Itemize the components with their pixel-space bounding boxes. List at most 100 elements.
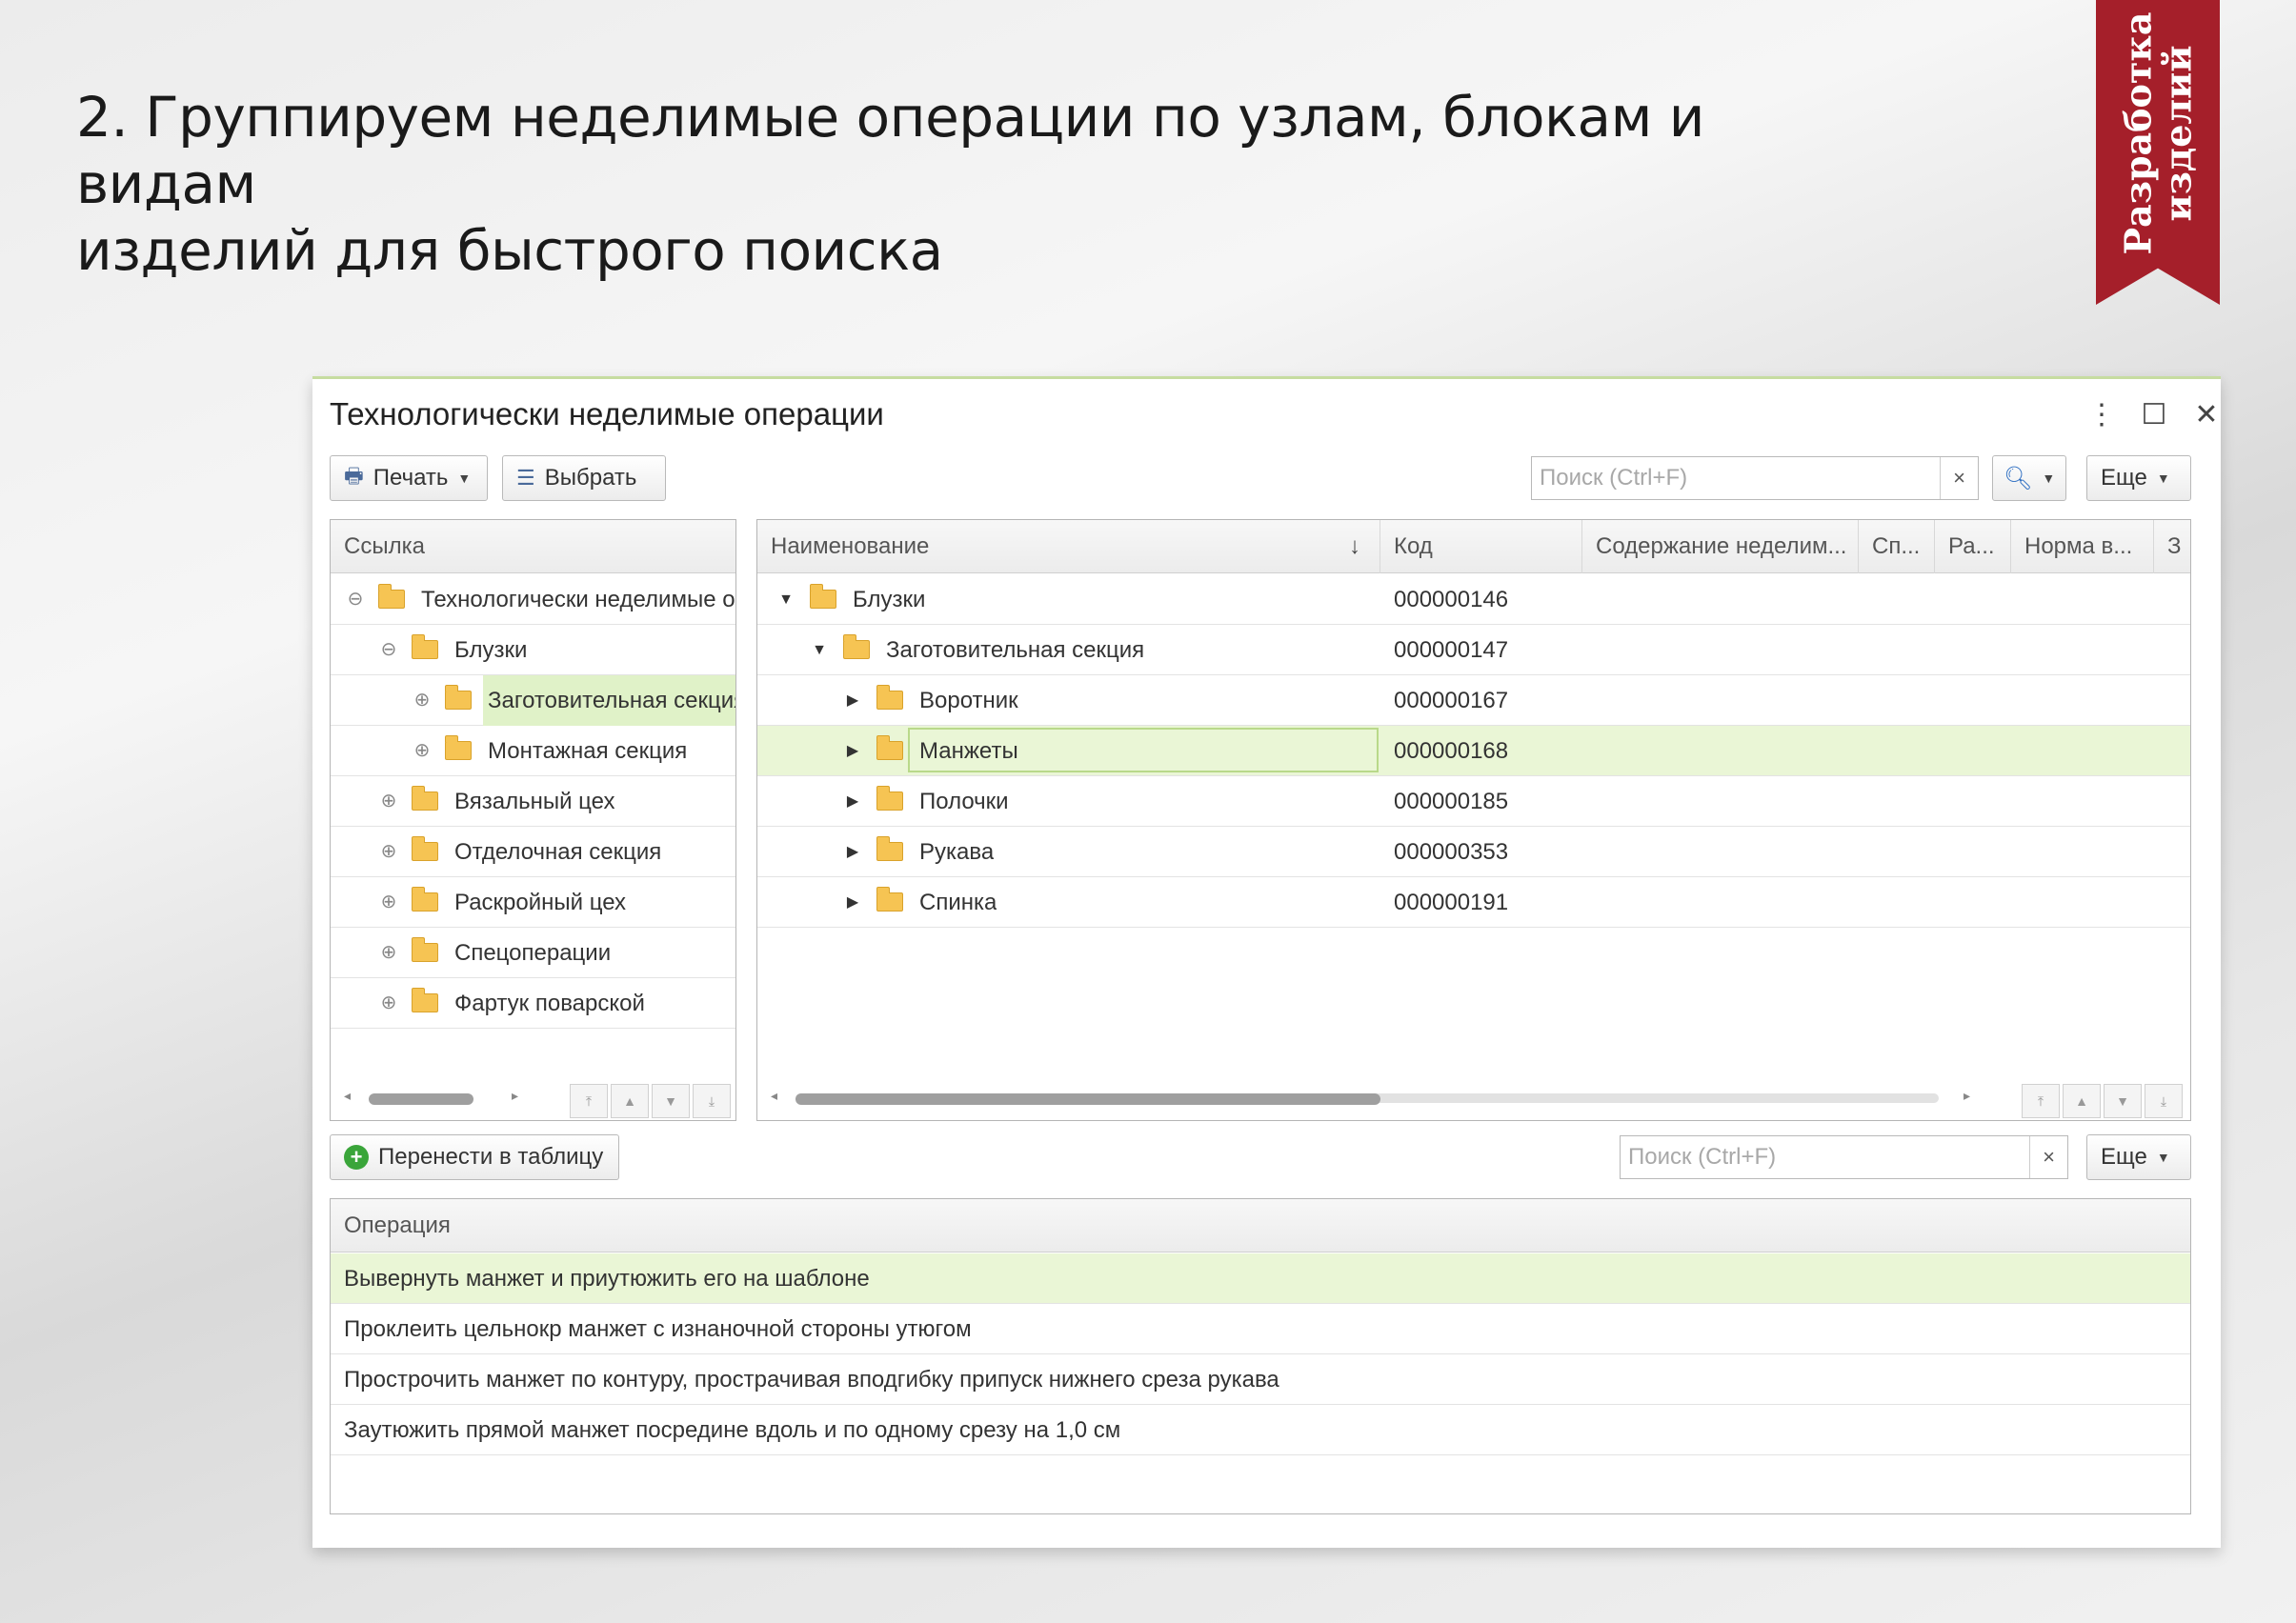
select-button[interactable]: ☰ Выбрать — [502, 455, 666, 501]
expand-icon[interactable]: ⊕ — [379, 877, 398, 928]
row-up-icon[interactable]: ▲ — [611, 1084, 649, 1118]
tree-header: Ссылка — [331, 520, 735, 573]
expand-icon[interactable]: ⊕ — [379, 776, 398, 827]
first-row-icon[interactable]: ⤒ — [570, 1084, 608, 1118]
grid-row[interactable]: ▼ Блузки 000000146 — [757, 574, 2190, 625]
search-field[interactable]: × — [1531, 456, 1979, 500]
grid-scrollbar[interactable]: ◂ ▸ — [757, 1082, 1996, 1111]
tree-item-label: Блузки — [454, 637, 528, 663]
column-name[interactable]: Наименование ↓ — [757, 520, 1380, 573]
grid-row[interactable]: ▶ Рукава 000000353 — [757, 827, 2190, 877]
bottom-search-input[interactable] — [1621, 1136, 2029, 1178]
column-code[interactable]: Код — [1380, 520, 1582, 573]
last-row-icon[interactable]: ⤓ — [693, 1084, 731, 1118]
scroll-thumb[interactable] — [796, 1093, 1380, 1105]
row-name: Заготовительная секция — [886, 637, 1145, 663]
tree-item[interactable]: ⊕ Вязальный цех — [331, 776, 735, 827]
operation-row[interactable]: Проклеить цельнокр манжет с изнаночной с… — [331, 1304, 2190, 1354]
expand-icon[interactable]: ▶ — [843, 877, 862, 928]
column-norm[interactable]: Норма в... — [2011, 520, 2154, 573]
close-icon[interactable]: ✕ — [2187, 398, 2226, 431]
tree-item-label: Заготовительная секция — [488, 688, 736, 713]
transfer-label: Перенести в таблицу — [378, 1144, 604, 1170]
expand-icon[interactable]: ⊕ — [379, 978, 398, 1029]
grid-row-selected[interactable]: ▶ Манжеты 000000168 — [757, 726, 2190, 776]
more-button[interactable]: Еще ▼ — [2086, 455, 2191, 501]
row-up-icon[interactable]: ▲ — [2063, 1084, 2101, 1118]
transfer-to-table-button[interactable]: + Перенести в таблицу — [330, 1134, 619, 1180]
first-row-icon[interactable]: ⤒ — [2022, 1084, 2060, 1118]
expand-icon[interactable]: ⊕ — [379, 928, 398, 978]
bottom-search-field[interactable]: × — [1620, 1135, 2068, 1179]
operation-row-selected[interactable]: Вывернуть манжет и приутюжить его на шаб… — [331, 1253, 2190, 1304]
column-content[interactable]: Содержание неделим... — [1582, 520, 1859, 573]
tree-panel: Ссылка ⊖ Технологически неделимые операц… — [330, 519, 736, 1121]
grid-row[interactable]: ▼ Заготовительная секция 000000147 — [757, 625, 2190, 675]
tree-item-label: Спецоперации — [454, 940, 612, 966]
column-operation[interactable]: Операция — [331, 1199, 2190, 1252]
column-5[interactable]: Ра... — [1935, 520, 2011, 573]
grid-header: Наименование ↓ Код Содержание неделим...… — [757, 520, 2190, 573]
row-name: Воротник — [919, 688, 1018, 713]
scroll-right-icon[interactable]: ▸ — [512, 1088, 518, 1104]
folder-icon — [876, 735, 903, 760]
operation-text: Проклеить цельнокр манжет с изнаночной с… — [344, 1316, 972, 1342]
operation-row[interactable]: Заутюжить прямой манжет посредине вдоль … — [331, 1405, 2190, 1455]
tree-item[interactable]: ⊖ Блузки — [331, 625, 735, 675]
expand-icon[interactable]: ▶ — [843, 776, 862, 827]
column-4[interactable]: Сп... — [1859, 520, 1935, 573]
search-options-button[interactable]: 🔍︎ ▼ — [1992, 455, 2066, 501]
collapse-icon[interactable]: ▼ — [810, 625, 829, 675]
scroll-thumb[interactable] — [369, 1093, 473, 1105]
grid-row[interactable]: ▶ Полочки 000000185 — [757, 776, 2190, 827]
last-row-icon[interactable]: ⤓ — [2145, 1084, 2183, 1118]
operations-table: Операция Вывернуть манжет и приутюжить е… — [330, 1198, 2191, 1514]
scroll-left-icon[interactable]: ◂ — [771, 1088, 777, 1104]
expand-icon[interactable]: ⊕ — [379, 827, 398, 877]
folder-icon — [412, 634, 438, 659]
expand-icon[interactable]: ▶ — [843, 726, 862, 776]
folder-icon — [445, 685, 472, 710]
operation-text: Заутюжить прямой манжет посредине вдоль … — [344, 1417, 1121, 1443]
bottom-more-button[interactable]: Еще ▼ — [2086, 1134, 2191, 1180]
row-name: Полочки — [919, 789, 1009, 814]
row-code: 000000168 — [1394, 738, 1509, 764]
clear-search-icon[interactable]: × — [2029, 1136, 2067, 1178]
folder-icon — [843, 634, 870, 659]
tree-item[interactable]: ⊕ Монтажная секция — [331, 726, 735, 776]
tree-item[interactable]: ⊕ Спецоперации — [331, 928, 735, 978]
slide-title: 2. Группируем неделимые операции по узла… — [76, 84, 1886, 284]
tree-item[interactable]: ⊕ Отделочная секция — [331, 827, 735, 877]
expand-icon[interactable]: ⊕ — [413, 726, 432, 776]
collapse-icon[interactable]: ⊖ — [346, 574, 365, 625]
collapse-icon[interactable]: ▼ — [776, 574, 796, 625]
clear-search-icon[interactable]: × — [1940, 457, 1978, 499]
scroll-right-icon[interactable]: ▸ — [1964, 1088, 1970, 1104]
folder-icon — [412, 887, 438, 912]
folder-icon — [412, 937, 438, 962]
search-input[interactable] — [1532, 457, 1940, 499]
tree-header-label[interactable]: Ссылка — [331, 520, 735, 573]
grid-row[interactable]: ▶ Воротник 000000167 — [757, 675, 2190, 726]
tree-item[interactable]: ⊕ Раскройный цех — [331, 877, 735, 928]
expand-icon[interactable]: ▶ — [843, 675, 862, 726]
column-7[interactable]: З — [2154, 520, 2190, 573]
folder-icon — [876, 887, 903, 912]
scroll-left-icon[interactable]: ◂ — [344, 1088, 351, 1104]
tree-item-selected[interactable]: ⊕ Заготовительная секция — [331, 675, 735, 726]
more-actions-icon[interactable]: ⋮ — [2083, 398, 2121, 431]
folder-icon — [412, 786, 438, 811]
slide-title-line-2: изделий для быстрого поиска — [76, 218, 943, 283]
expand-icon[interactable]: ▶ — [843, 827, 862, 877]
row-down-icon[interactable]: ▼ — [652, 1084, 690, 1118]
collapse-icon[interactable]: ⊖ — [379, 625, 398, 675]
operation-row[interactable]: Простро­чить манжет по контуру, прострач… — [331, 1354, 2190, 1405]
tree-item[interactable]: ⊖ Технологически неделимые операции — [331, 574, 735, 625]
maximize-icon[interactable]: ☐ — [2135, 398, 2173, 431]
tree-item[interactable]: ⊕ Фартук поварской — [331, 978, 735, 1029]
expand-icon[interactable]: ⊕ — [413, 675, 432, 726]
grid-row[interactable]: ▶ Спинка 000000191 — [757, 877, 2190, 928]
row-down-icon[interactable]: ▼ — [2104, 1084, 2142, 1118]
search-icon: 🔍︎ — [2003, 465, 2033, 491]
print-button[interactable]: 🖶 Печать ▼ — [330, 455, 488, 501]
